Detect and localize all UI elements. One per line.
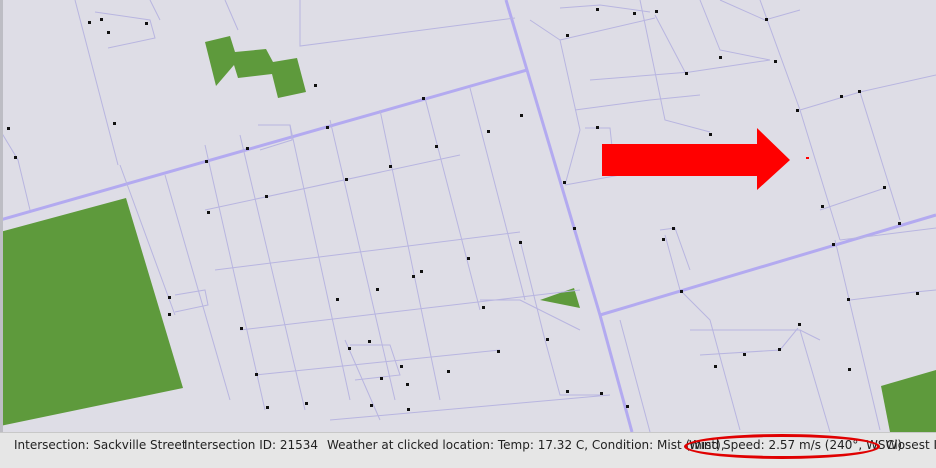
park-area [0, 198, 183, 426]
window-left-edge [0, 0, 3, 432]
park-area [881, 370, 936, 432]
status-intersection-name: Intersection: Sackville Street [14, 438, 187, 452]
right-arrow-icon [602, 128, 790, 190]
map-canvas[interactable] [0, 0, 936, 432]
park-area [205, 36, 306, 98]
status-closest: Closest I [886, 438, 936, 452]
status-intersection-id: Intersection ID: 21534 [184, 438, 319, 452]
status-weather: Weather at clicked location: Temp: 17.32… [327, 438, 725, 452]
clicked-location-marker [806, 157, 809, 159]
wind-speed-highlight-ring [684, 434, 880, 459]
status-bar: Intersection: Sackville Street Intersect… [0, 432, 936, 468]
street-map[interactable] [0, 0, 936, 432]
